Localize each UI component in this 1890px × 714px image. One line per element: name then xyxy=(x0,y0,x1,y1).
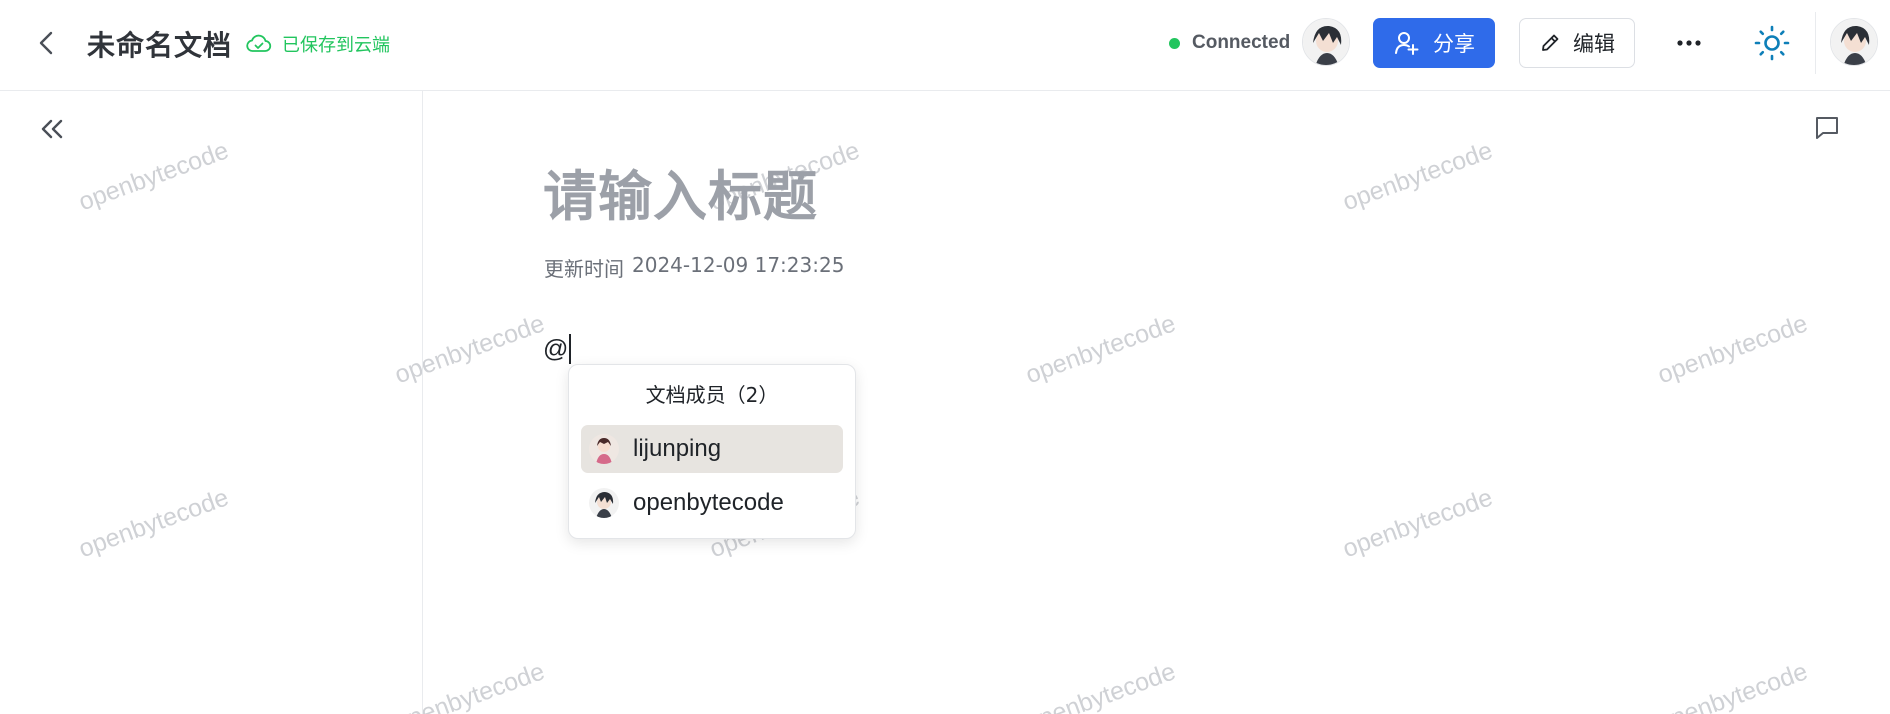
message-square-icon xyxy=(1816,117,1838,139)
user-avatar[interactable] xyxy=(1830,18,1878,66)
cloud-check-icon xyxy=(246,34,272,52)
more-options-button[interactable] xyxy=(1666,24,1712,62)
theme-toggle-button[interactable] xyxy=(1751,22,1793,64)
member-name: lijunping xyxy=(633,435,722,462)
chevrons-left-icon xyxy=(41,119,63,139)
updated-label: 更新时间 xyxy=(544,257,624,281)
sidebar xyxy=(0,91,423,714)
sun-icon xyxy=(1754,25,1790,61)
top-header: 未命名文档 已保存到云端 Connected 分享 编辑 xyxy=(0,0,1890,91)
save-status: 已保存到云端 xyxy=(246,31,390,57)
avatar-image xyxy=(1303,19,1349,65)
member-name: openbytecode xyxy=(633,489,784,516)
edit-button[interactable]: 编辑 xyxy=(1519,18,1635,68)
member-avatar xyxy=(589,488,619,518)
mention-popup: 文档成员（2） lijunping openbytecode xyxy=(568,364,856,539)
back-button[interactable] xyxy=(33,28,59,58)
watermark: openbytecode xyxy=(1339,136,1497,217)
watermark: openbytecode xyxy=(1022,657,1180,714)
connection-status-text: Connected xyxy=(1192,32,1291,53)
updated-time: 更新时间 2024-12-09 17:23:25 xyxy=(544,253,844,282)
header-divider xyxy=(1815,12,1816,74)
avatar-image xyxy=(589,434,619,464)
mention-item-lijunping[interactable]: lijunping xyxy=(581,425,843,473)
mention-item-openbytecode[interactable]: openbytecode xyxy=(581,479,843,527)
document-title[interactable]: 未命名文档 xyxy=(87,24,232,64)
comments-button[interactable] xyxy=(1811,112,1843,144)
mention-popup-header: 文档成员（2） xyxy=(645,383,779,407)
watermark: openbytecode xyxy=(1654,309,1812,390)
share-button[interactable]: 分享 xyxy=(1373,18,1495,68)
add-user-icon xyxy=(1395,32,1419,55)
avatar-image xyxy=(1831,19,1877,65)
editor-content[interactable]: @ xyxy=(543,334,572,364)
collapse-sidebar-button[interactable] xyxy=(36,113,68,145)
save-status-text: 已保存到云端 xyxy=(282,35,390,56)
pencil-icon xyxy=(1542,34,1559,51)
connected-dot-icon xyxy=(1169,37,1180,49)
watermark: openbytecode xyxy=(1339,483,1497,564)
collaborator-avatar[interactable] xyxy=(1302,18,1350,66)
title-input[interactable]: 请输入标题 xyxy=(543,152,818,231)
member-avatar xyxy=(589,434,619,464)
chevron-left-icon xyxy=(39,31,53,55)
connection-status: Connected xyxy=(1169,32,1290,54)
text-caret xyxy=(569,334,572,364)
edit-button-label: 编辑 xyxy=(1573,32,1615,56)
more-horizontal-icon xyxy=(1677,40,1701,46)
avatar-image xyxy=(589,488,619,518)
watermark: openbytecode xyxy=(1654,657,1812,714)
updated-timestamp: 2024-12-09 17:23:25 xyxy=(632,253,845,277)
share-button-label: 分享 xyxy=(1433,32,1475,56)
editor-text: @ xyxy=(543,334,569,363)
watermark: openbytecode xyxy=(1022,309,1180,390)
